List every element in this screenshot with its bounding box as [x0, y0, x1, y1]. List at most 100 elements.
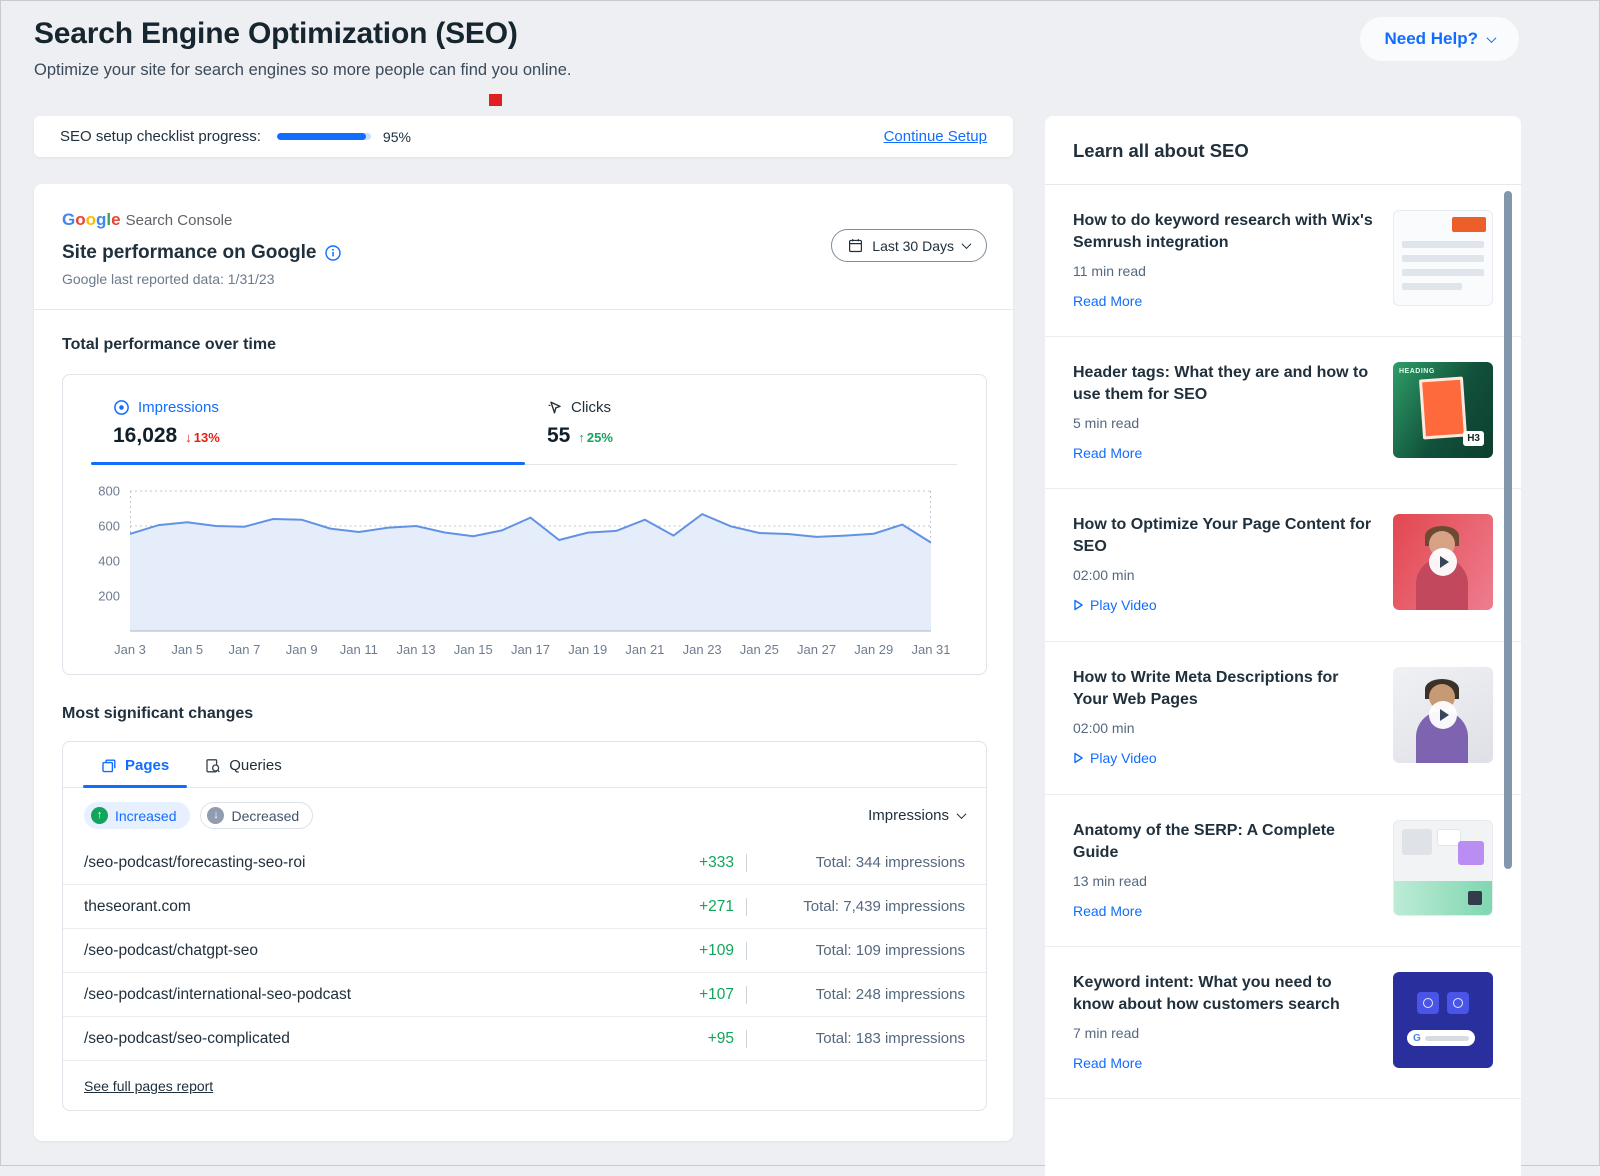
logo-letter: o — [75, 210, 85, 229]
date-range-selector[interactable]: Last 30 Days — [831, 229, 987, 262]
play-button-icon — [1429, 701, 1457, 729]
thumb-decor — [1447, 992, 1469, 1014]
need-help-label: Need Help? — [1384, 29, 1478, 49]
sort-dropdown[interactable]: Impressions — [868, 807, 965, 824]
change-value: +107 — [672, 986, 734, 1004]
full-pages-report-link[interactable]: See full pages report — [84, 1078, 213, 1094]
change-value: +95 — [672, 1030, 734, 1048]
thumb-decor — [1425, 1036, 1469, 1041]
page-subtitle: Optimize your site for search engines so… — [34, 61, 1519, 80]
chevron-down-icon — [957, 809, 967, 819]
learn-card[interactable]: How to do keyword research with Wix's Se… — [1045, 185, 1521, 337]
article-thumbnail: G — [1393, 972, 1493, 1068]
article-thumbnail: HEADING H3 — [1393, 362, 1493, 458]
clicks-value: 55 — [547, 424, 570, 448]
read-more-link[interactable]: Read More — [1073, 1055, 1142, 1071]
thumb-decor — [1419, 377, 1467, 440]
page-path: theseorant.com — [84, 898, 672, 916]
x-tick-label: Jan 27 — [797, 642, 836, 657]
page-path: /seo-podcast/international-seo-podcast — [84, 986, 672, 1004]
table-row[interactable]: /seo-podcast/international-seo-podcast +… — [63, 973, 986, 1017]
thumb-decor — [1402, 269, 1484, 276]
site-performance-card: GoogleSearch Console Site performance on… — [34, 184, 1013, 1141]
divider — [746, 898, 747, 916]
card-title: Site performance on Google — [62, 242, 316, 264]
changes-card: Pages Queries ↑ Increased ↓ Decreased — [62, 741, 987, 1111]
section-title-performance: Total performance over time — [62, 336, 987, 354]
info-icon[interactable] — [325, 245, 341, 261]
learn-card[interactable]: Header tags: What they are and how to us… — [1045, 337, 1521, 489]
play-video-label: Play Video — [1090, 597, 1157, 613]
tab-queries[interactable]: Queries — [187, 742, 300, 787]
filter-increased[interactable]: ↑ Increased — [84, 802, 190, 829]
page-path: /seo-podcast/seo-complicated — [84, 1030, 672, 1048]
thumb-decor — [1402, 241, 1484, 248]
total-impressions: Total: 183 impressions — [759, 1030, 965, 1047]
up-arrow-icon: ↑ — [578, 430, 585, 445]
section-title-changes: Most significant changes — [62, 705, 987, 723]
chevron-down-icon — [1487, 33, 1497, 43]
down-arrow-icon: ↓ — [185, 430, 192, 445]
performance-chart — [130, 483, 931, 633]
video-thumbnail — [1393, 667, 1493, 763]
last-reported-text: Google last reported data: 1/31/23 — [62, 271, 987, 287]
divider — [746, 942, 747, 960]
changes-section: Most significant changes Pages Queries — [34, 675, 1013, 1111]
tab-pages-label: Pages — [125, 757, 169, 774]
article-thumbnail — [1393, 820, 1493, 916]
learn-card[interactable]: How to Optimize Your Page Content for SE… — [1045, 489, 1521, 642]
learn-panel-title: Learn all about SEO — [1045, 116, 1521, 185]
article-title: Keyword intent: What you need to know ab… — [1073, 972, 1375, 1016]
video-title: How to Optimize Your Page Content for SE… — [1073, 514, 1375, 558]
filter-decreased[interactable]: ↓ Decreased — [200, 802, 313, 829]
read-more-link[interactable]: Read More — [1073, 445, 1142, 461]
performance-chart-svg — [130, 483, 931, 633]
divider — [746, 1030, 747, 1048]
read-more-link[interactable]: Read More — [1073, 293, 1142, 309]
clicks-icon — [547, 400, 563, 416]
page-title: Search Engine Optimization (SEO) — [34, 17, 1519, 51]
play-video-link[interactable]: Play Video — [1073, 750, 1157, 766]
table-row[interactable]: /seo-podcast/forecasting-seo-roi +333 To… — [63, 841, 986, 885]
pages-list: /seo-podcast/forecasting-seo-roi +333 To… — [63, 841, 986, 1061]
chevron-down-icon — [962, 239, 972, 249]
learn-card[interactable]: Anatomy of the SERP: A Complete Guide 13… — [1045, 795, 1521, 947]
learn-card[interactable]: How to Write Meta Descriptions for Your … — [1045, 642, 1521, 795]
total-impressions: Total: 109 impressions — [759, 942, 965, 959]
table-row[interactable]: theseorant.com +271 Total: 7,439 impress… — [63, 885, 986, 929]
impressions-value: 16,028 — [113, 424, 177, 448]
filter-row: ↑ Increased ↓ Decreased Impressions — [63, 802, 986, 829]
read-time: 13 min read — [1073, 873, 1375, 889]
article-title: Anatomy of the SERP: A Complete Guide — [1073, 820, 1375, 864]
table-row[interactable]: /seo-podcast/seo-complicated +95 Total: … — [63, 1017, 986, 1061]
x-axis-labels: Jan 3Jan 5Jan 7Jan 9Jan 11Jan 13Jan 15Ja… — [130, 642, 931, 658]
y-tick-label: 800 — [98, 484, 120, 499]
logo-suffix: Search Console — [126, 212, 233, 229]
x-tick-label: Jan 3 — [114, 642, 146, 657]
change-value: +271 — [672, 898, 734, 916]
play-video-link[interactable]: Play Video — [1073, 597, 1157, 613]
tab-pages[interactable]: Pages — [83, 742, 187, 787]
x-tick-label: Jan 7 — [229, 642, 261, 657]
continue-setup-link[interactable]: Continue Setup — [884, 128, 987, 145]
play-button-icon — [1429, 548, 1457, 576]
total-impressions: Total: 248 impressions — [759, 986, 965, 1003]
logo-letter: G — [62, 210, 75, 229]
checklist-progress-card: SEO setup checklist progress: 95% Contin… — [34, 116, 1013, 157]
checklist-percent: 95% — [383, 129, 411, 145]
impressions-label: Impressions — [138, 399, 219, 416]
learn-panel: Learn all about SEO How to do keyword re… — [1045, 116, 1521, 1176]
tab-impressions[interactable]: Impressions 16,028 ↓13% — [63, 399, 525, 448]
table-row[interactable]: /seo-podcast/chatgpt-seo +109 Total: 109… — [63, 929, 986, 973]
read-more-link[interactable]: Read More — [1073, 903, 1142, 919]
read-time: 11 min read — [1073, 263, 1375, 279]
impressions-change: 13% — [194, 430, 220, 445]
need-help-button[interactable]: Need Help? — [1360, 17, 1519, 61]
google-g-icon: G — [1413, 1033, 1421, 1044]
divider — [746, 854, 747, 872]
queries-icon — [205, 758, 221, 774]
learn-card[interactable]: Keyword intent: What you need to know ab… — [1045, 947, 1521, 1099]
seo-dashboard-page: { "colors": { "accent": "#116dff", "posi… — [0, 0, 1600, 1166]
sidebar-scrollbar[interactable] — [1504, 191, 1512, 869]
tab-clicks[interactable]: Clicks 55 ↑25% — [525, 399, 986, 448]
